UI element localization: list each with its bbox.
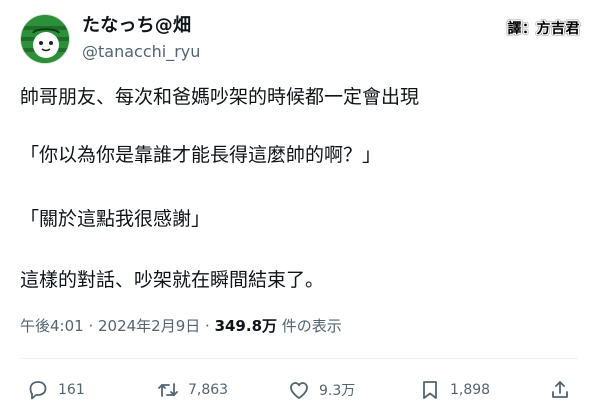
speech-bubble-icon xyxy=(29,381,47,400)
tweet-text-line: 這樣的對話、吵架就在瞬間結束了。 xyxy=(20,269,325,291)
share-button[interactable] xyxy=(548,376,572,404)
views-count[interactable]: 349.8万 xyxy=(215,317,277,335)
bookmark-icon xyxy=(423,381,437,399)
divider xyxy=(20,358,578,359)
heart-icon xyxy=(290,382,308,399)
share-upload-icon xyxy=(552,381,568,398)
avatar[interactable] xyxy=(20,14,70,64)
watermelon-avatar-icon xyxy=(21,15,69,63)
bookmark-button[interactable]: 1,898 xyxy=(418,376,490,404)
views-label: 件の表示 xyxy=(277,317,342,335)
tweet-text-line: 「你以為你是靠誰才能長得這麼帥的啊？」 xyxy=(20,144,382,166)
tweet-text-line: 帥哥朋友、每次和爸媽吵架的時候都一定會出現 xyxy=(20,86,420,108)
reply-button[interactable]: 161 xyxy=(26,376,85,404)
like-count: 9.3万 xyxy=(319,383,356,399)
tweet-timestamp[interactable]: 午後4:01 · 2024年2月9日 · xyxy=(20,317,215,335)
translator-badge: 譯：方吉君 xyxy=(507,21,580,37)
like-button[interactable]: 9.3万 xyxy=(287,376,355,404)
tweet-card: たなっち@畑 @tanacchi_ryu 譯：方吉君 帥哥朋友、每次和爸媽吵架的… xyxy=(0,0,598,419)
repost-button[interactable]: 7,863 xyxy=(156,376,228,404)
bookmark-count: 1,898 xyxy=(450,382,491,398)
tweet-text-line: 「關於這點我很感謝」 xyxy=(20,208,211,230)
tweet-meta: 午後4:01 · 2024年2月9日 · 349.8万 件の表示 xyxy=(20,316,342,336)
repost-arrows-icon xyxy=(158,383,178,397)
repost-count: 7,863 xyxy=(188,382,229,398)
user-display-name[interactable]: たなっち@畑 xyxy=(82,14,191,38)
reply-count: 161 xyxy=(58,382,85,398)
user-handle[interactable]: @tanacchi_ryu xyxy=(82,42,200,62)
